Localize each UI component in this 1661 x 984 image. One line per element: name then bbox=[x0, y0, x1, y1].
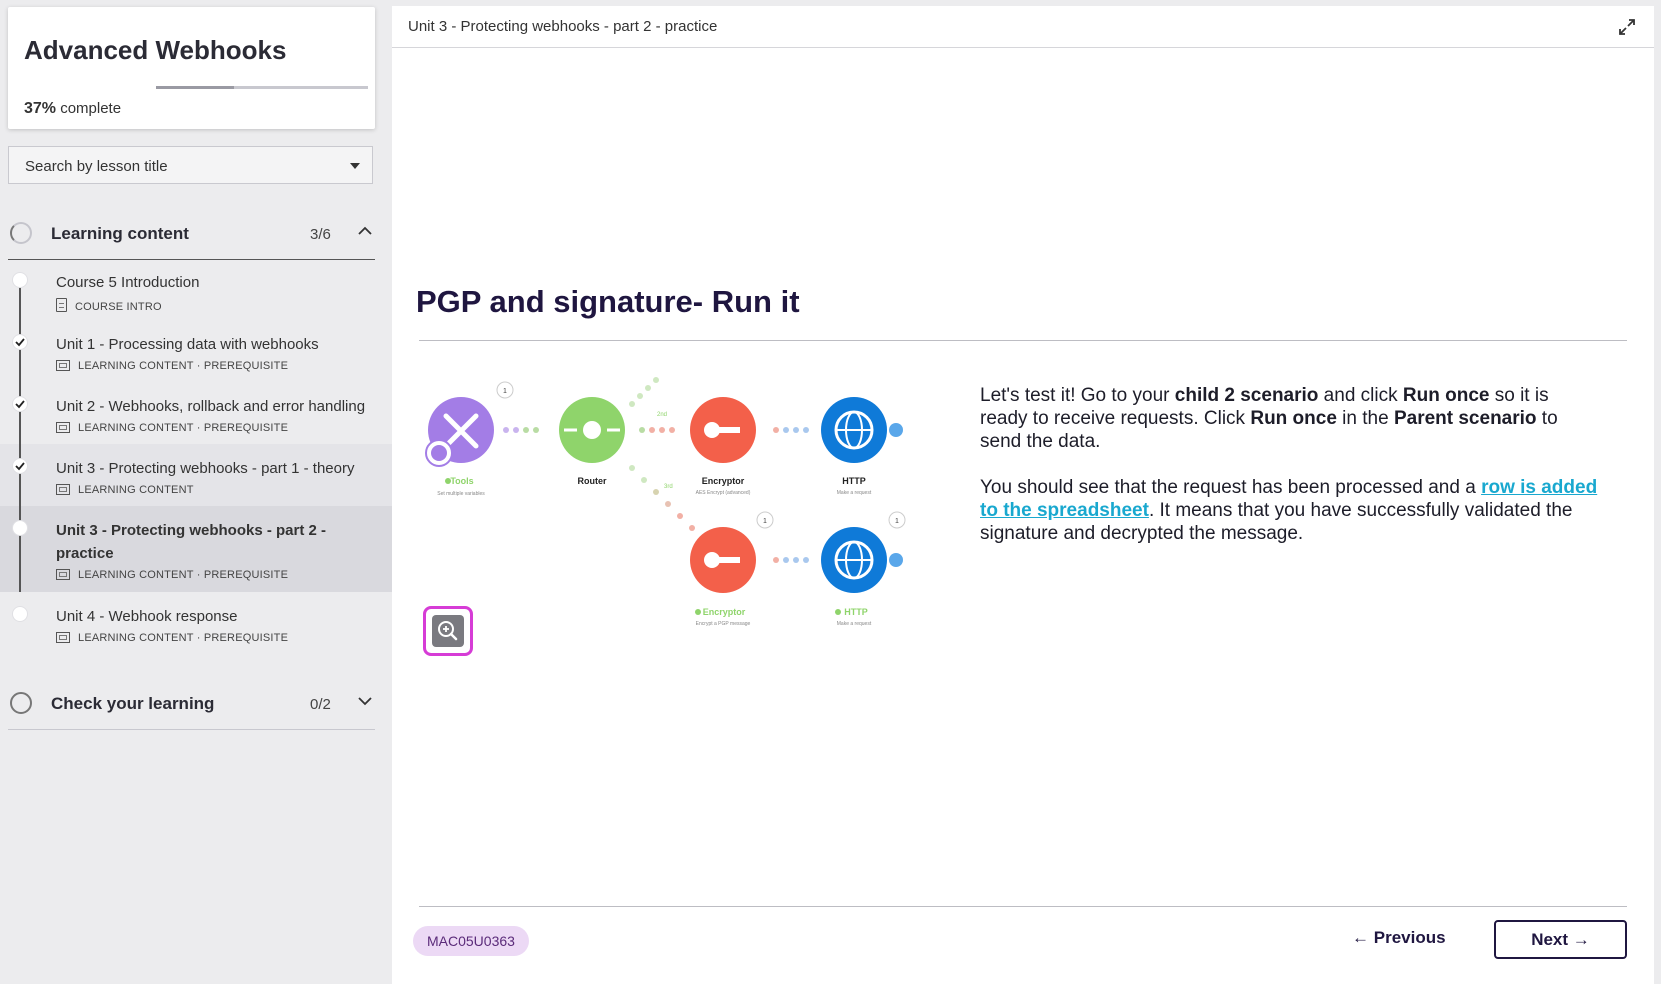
arrow-right-icon: → bbox=[1572, 930, 1590, 949]
lesson-status-dot bbox=[12, 606, 28, 622]
timeline-line bbox=[19, 320, 21, 382]
timeline-line bbox=[19, 382, 21, 444]
lesson-item-unit-1[interactable]: Unit 1 - Processing data with webhooks L… bbox=[0, 320, 392, 382]
section-learning-content[interactable]: Learning content 3/6 bbox=[8, 210, 375, 260]
encryptor-pgp-sub-label: Encrypt a PGP message bbox=[696, 621, 751, 627]
section-title: Learning content bbox=[51, 224, 189, 243]
badge-number: 1 bbox=[763, 518, 767, 525]
lesson-item-unit-3-part-1[interactable]: Unit 3 - Protecting webhooks - part 1 - … bbox=[0, 444, 392, 506]
lesson-meta: LEARNING CONTENT · PREREQUISITE bbox=[56, 422, 288, 434]
timeline-line bbox=[19, 444, 21, 506]
section-check-your-learning[interactable]: Check your learning 0/2 bbox=[8, 680, 375, 730]
progress-bar bbox=[156, 86, 368, 89]
timeline-line bbox=[19, 506, 21, 592]
heading-divider bbox=[419, 340, 1627, 341]
http-2-label: HTTP bbox=[844, 607, 868, 617]
lesson-status-dot bbox=[12, 458, 28, 474]
lesson-meta: LEARNING CONTENT · PREREQUISITE bbox=[56, 632, 288, 644]
connector-dots bbox=[503, 377, 809, 563]
section-progress-ring-icon bbox=[10, 692, 32, 714]
caret-down-icon bbox=[350, 163, 360, 169]
lesson-meta: LEARNING CONTENT · PREREQUISITE bbox=[56, 360, 288, 372]
lesson-search-placeholder: Search by lesson title bbox=[25, 158, 168, 175]
scenario-diagram-image: 1 Tools Set multiple variables Router 2n… bbox=[425, 377, 906, 627]
arrow-left-icon: ← bbox=[1352, 928, 1369, 947]
previous-button[interactable]: ← Previous bbox=[1352, 928, 1446, 948]
zoom-button-face bbox=[432, 615, 464, 647]
checkmark-icon bbox=[15, 400, 25, 409]
lesson-title: Unit 2 - Webhooks, rollback and error ha… bbox=[56, 398, 366, 415]
route-2nd-label: 2nd bbox=[657, 412, 667, 418]
slides-icon bbox=[56, 569, 70, 580]
zoom-in-icon bbox=[438, 621, 458, 641]
lesson-item-course-intro[interactable]: Course 5 Introduction COURSE INTRO bbox=[0, 258, 392, 320]
lesson-item-unit-3-part-2[interactable]: Unit 3 - Protecting webhooks - part 2 - … bbox=[0, 506, 392, 592]
checkmark-icon bbox=[15, 462, 25, 471]
lesson-title: Unit 4 - Webhook response bbox=[56, 608, 238, 625]
lesson-title: Course 5 Introduction bbox=[56, 274, 200, 291]
section-count: 0/2 bbox=[310, 696, 331, 713]
lesson-search-select[interactable]: Search by lesson title bbox=[8, 146, 373, 184]
next-button[interactable]: Next → bbox=[1494, 920, 1627, 959]
section-title: Check your learning bbox=[51, 694, 215, 713]
lesson-item-unit-2[interactable]: Unit 2 - Webhooks, rollback and error ha… bbox=[0, 382, 392, 444]
lesson-title: Unit 3 - Protecting webhooks - part 1 - … bbox=[56, 460, 355, 477]
document-icon bbox=[56, 298, 67, 312]
next-button-label: Next bbox=[1531, 930, 1569, 949]
progress-bar-fill bbox=[156, 86, 235, 89]
checkmark-icon bbox=[15, 338, 25, 347]
section-count: 3/6 bbox=[310, 226, 331, 243]
tools-sub-label: Set multiple variables bbox=[437, 491, 485, 497]
previous-button-label: Previous bbox=[1373, 928, 1446, 947]
lesson-meta: LEARNING CONTENT · PREREQUISITE bbox=[56, 569, 288, 581]
progress-text: 37% complete bbox=[24, 100, 121, 118]
slides-icon bbox=[56, 484, 70, 495]
lesson-list: Course 5 Introduction COURSE INTRO Unit … bbox=[0, 258, 392, 654]
section-divider bbox=[8, 729, 375, 730]
lesson-code-badge: MAC05U0363 bbox=[413, 926, 529, 956]
zoom-image-button[interactable] bbox=[423, 606, 473, 656]
course-card: Advanced Webhooks 37% complete bbox=[8, 7, 375, 129]
lesson-meta: COURSE INTRO bbox=[56, 298, 162, 313]
encryptor-pgp-label: Encryptor bbox=[703, 607, 746, 617]
badge-number: 1 bbox=[895, 518, 899, 525]
timeline-line bbox=[19, 288, 21, 320]
router-label: Router bbox=[578, 476, 607, 486]
expand-fullscreen-icon[interactable] bbox=[1618, 18, 1636, 36]
lesson-topbar: Unit 3 - Protecting webhooks - part 2 - … bbox=[392, 6, 1654, 48]
http-label: HTTP bbox=[842, 476, 866, 486]
lesson-body-text: Let's test it! Go to your child 2 scenar… bbox=[980, 384, 1600, 568]
lesson-meta: LEARNING CONTENT bbox=[56, 484, 194, 496]
section-progress-ring-icon bbox=[10, 222, 32, 244]
http-sub-label: Make a request bbox=[837, 490, 872, 496]
course-title: Advanced Webhooks bbox=[24, 35, 287, 65]
progress-suffix: complete bbox=[60, 100, 122, 117]
result-paragraph: You should see that the request has been… bbox=[980, 477, 1598, 544]
lesson-item-unit-4[interactable]: Unit 4 - Webhook response LEARNING CONTE… bbox=[0, 592, 392, 654]
slides-icon bbox=[56, 632, 70, 643]
progress-percent: 37% bbox=[24, 100, 57, 117]
lesson-content-panel: Unit 3 - Protecting webhooks - part 2 - … bbox=[392, 6, 1654, 984]
lesson-heading: PGP and signature- Run it bbox=[416, 284, 800, 319]
lesson-status-dot bbox=[12, 520, 28, 536]
lesson-breadcrumb: Unit 3 - Protecting webhooks - part 2 - … bbox=[408, 18, 718, 35]
slides-icon bbox=[56, 422, 70, 433]
instructions-paragraph: Let's test it! Go to your child 2 scenar… bbox=[980, 385, 1558, 452]
chevron-up-icon[interactable] bbox=[358, 224, 372, 238]
lesson-title: Unit 1 - Processing data with webhooks bbox=[56, 336, 319, 353]
footer-divider bbox=[419, 906, 1627, 907]
encryptor-sub-label: AES Encrypt (advanced) bbox=[696, 490, 751, 496]
http-2-sub-label: Make a request bbox=[837, 621, 872, 627]
encryptor-label: Encryptor bbox=[702, 476, 745, 486]
badge-number: 1 bbox=[503, 388, 507, 395]
lesson-status-dot bbox=[12, 334, 28, 350]
sidebar: Advanced Webhooks 37% complete Search by… bbox=[0, 0, 392, 984]
tools-label: Tools bbox=[450, 476, 473, 486]
lesson-status-dot bbox=[12, 396, 28, 412]
lesson-title: Unit 3 - Protecting webhooks - part 2 - … bbox=[56, 522, 327, 562]
chevron-down-icon[interactable] bbox=[358, 694, 372, 708]
route-3rd-label: 3rd bbox=[664, 484, 673, 490]
slides-icon bbox=[56, 360, 70, 371]
lesson-status-dot bbox=[12, 272, 28, 288]
